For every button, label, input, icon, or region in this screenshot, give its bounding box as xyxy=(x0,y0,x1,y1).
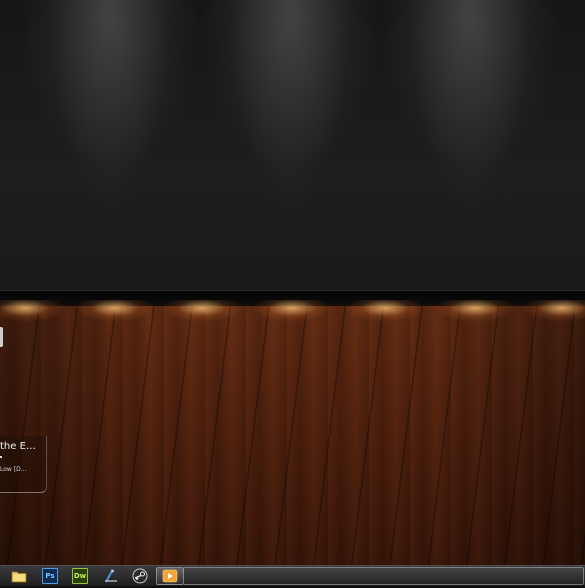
media-player-icon[interactable] xyxy=(162,568,178,584)
floor-light xyxy=(75,300,155,340)
floor-light xyxy=(345,300,425,340)
floor-light xyxy=(435,300,515,340)
spotlight xyxy=(395,0,545,270)
notification-dot xyxy=(0,456,2,458)
sidebar-gadget-tab[interactable] xyxy=(0,327,3,347)
notification-title: the E… xyxy=(0,441,36,452)
floor-light xyxy=(0,300,65,340)
floor-light xyxy=(252,300,332,340)
floor-vignette xyxy=(0,306,585,565)
notification-subtitle: Low [D… xyxy=(0,466,27,473)
taskbar-active-button-span xyxy=(184,567,584,585)
floor-light xyxy=(522,300,585,340)
floor-light xyxy=(162,300,242,340)
steam-icon[interactable] xyxy=(132,568,148,584)
folder-icon[interactable] xyxy=(11,568,27,584)
media-notification[interactable]: the E… Low [D… xyxy=(0,436,47,493)
taskbar: Ps Dw xyxy=(0,565,585,586)
dreamweaver-icon[interactable]: Dw xyxy=(72,568,88,584)
tool-icon[interactable] xyxy=(103,568,119,584)
spotlight xyxy=(215,0,365,270)
spotlight xyxy=(35,0,185,270)
photoshop-icon[interactable]: Ps xyxy=(42,568,58,584)
